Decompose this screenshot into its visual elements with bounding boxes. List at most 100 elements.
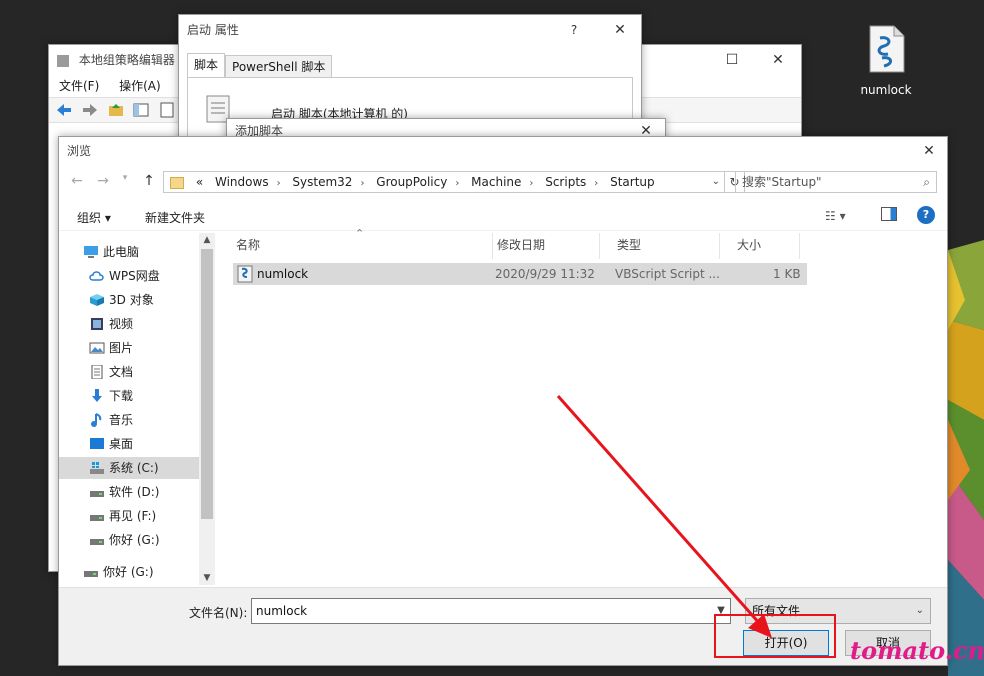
path-separator-icon[interactable]: › <box>277 178 281 189</box>
table-row[interactable]: numlock 2020/9/29 11:32 VBScript Script … <box>233 263 807 285</box>
nav-item-videos[interactable]: 视频 <box>59 313 199 335</box>
path-segment[interactable]: Scripts <box>545 175 586 189</box>
vbscript-file-icon <box>237 265 253 283</box>
nav-item-this-pc[interactable]: 此电脑 <box>59 241 199 263</box>
back-arrow-icon[interactable] <box>55 101 73 119</box>
scroll-down-icon[interactable]: ▼ <box>199 571 215 585</box>
command-bar: 组织 ▾ 新建文件夹 ☷ ▾ ? <box>59 201 947 231</box>
nav-item-system-c[interactable]: 系统 (C:) <box>59 457 199 479</box>
scroll-thumb[interactable] <box>201 249 213 519</box>
watermark: tomato.cn <box>850 636 984 665</box>
system-drive-icon <box>90 462 104 474</box>
nav-item-wps-drive[interactable]: WPS网盘 <box>59 265 199 287</box>
column-header-type[interactable]: 类型 <box>600 233 720 259</box>
path-separator-icon[interactable]: › <box>455 178 459 189</box>
close-button[interactable]: ✕ <box>755 45 801 75</box>
up-icon[interactable]: ↑ <box>139 173 159 193</box>
nav-item-pictures[interactable]: 图片 <box>59 337 199 359</box>
view-options-icon[interactable]: ☷ ▾ <box>825 209 846 223</box>
drive-icon <box>90 515 104 521</box>
help-button[interactable]: ? <box>551 15 597 45</box>
cube-icon <box>90 294 104 306</box>
music-icon <box>91 413 102 427</box>
nav-item-3d-objects[interactable]: 3D 对象 <box>59 289 199 311</box>
props-tabs: 脚本 PowerShell 脚本 <box>187 53 333 79</box>
file-modified: 2020/9/29 11:32 <box>495 267 595 281</box>
column-header-name[interactable]: 名称 <box>219 233 493 259</box>
menu-file[interactable]: 文件(F) <box>59 79 99 93</box>
nav-scrollbar[interactable]: ▲ ▼ <box>199 233 215 585</box>
column-header-modified[interactable]: 修改日期 <box>480 233 600 259</box>
address-overflow[interactable]: « <box>196 175 203 189</box>
filename-input[interactable]: numlock <box>251 598 731 624</box>
nav-item-music[interactable]: 音乐 <box>59 409 199 431</box>
nav-item-software-d[interactable]: 软件 (D:) <box>59 481 199 503</box>
forward-icon[interactable]: → <box>93 173 113 193</box>
forward-arrow-icon[interactable] <box>81 101 99 119</box>
browse-close-button[interactable]: ✕ <box>911 137 947 165</box>
cloud-icon <box>89 271 104 281</box>
nav-item-hello-g[interactable]: 你好 (G:) <box>59 529 199 551</box>
recent-dropdown-icon[interactable]: ▾ <box>115 173 135 193</box>
menu-action[interactable]: 操作(A) <box>119 79 161 93</box>
nav-label: 3D 对象 <box>109 293 154 307</box>
annotation-highlight-box <box>714 614 836 658</box>
nav-label: 音乐 <box>109 413 134 427</box>
file-list: ⌃ 名称 修改日期 类型 大小 numlock 2020/9/29 11:32 … <box>219 227 947 585</box>
address-bar[interactable]: « Windows › System32 › GroupPolicy › Machin… <box>163 171 725 193</box>
desktop-file-icon-numlock[interactable]: numlock <box>850 24 922 100</box>
chevron-down-icon: ⌄ <box>915 605 924 616</box>
nav-label: WPS网盘 <box>109 269 160 283</box>
props-close-button[interactable]: ✕ <box>597 15 643 45</box>
path-segment[interactable]: System32 <box>292 175 352 189</box>
desktop-icon <box>90 438 104 449</box>
path-separator-icon[interactable]: › <box>529 178 533 189</box>
maximize-button[interactable]: ☐ <box>709 45 755 75</box>
nav-label: 软件 (D:) <box>109 485 160 499</box>
nav-label: 桌面 <box>109 437 134 451</box>
document-icon <box>91 365 103 379</box>
drive-icon <box>90 491 104 497</box>
props-title: 启动 属性 <box>187 23 239 37</box>
preview-pane-icon[interactable] <box>881 207 897 221</box>
properties-icon[interactable] <box>158 101 176 119</box>
nav-item-downloads[interactable]: 下载 <box>59 385 199 407</box>
scroll-up-icon[interactable]: ▲ <box>199 233 215 247</box>
address-dropdown-icon[interactable]: ⌄ <box>712 172 720 192</box>
nav-label: 你好 (G:) <box>103 565 154 579</box>
path-segment[interactable]: Windows <box>215 175 269 189</box>
back-icon[interactable]: ← <box>67 173 87 193</box>
computer-icon <box>84 246 98 258</box>
nav-label: 系统 (C:) <box>109 461 159 475</box>
download-icon <box>92 389 102 402</box>
help-icon[interactable]: ? <box>917 206 935 224</box>
nav-label: 此电脑 <box>103 245 140 259</box>
tab-powershell-scripts[interactable]: PowerShell 脚本 <box>225 55 333 79</box>
nav-label: 文档 <box>109 365 134 379</box>
picture-icon <box>89 342 105 354</box>
path-segment[interactable]: Machine <box>471 175 521 189</box>
folder-up-icon[interactable] <box>107 101 125 119</box>
browse-title-bar: 浏览 ✕ <box>59 137 947 165</box>
nav-label: 视频 <box>109 317 134 331</box>
search-input[interactable]: 搜索"Startup" ⌕ <box>735 171 937 193</box>
path-separator-icon[interactable]: › <box>360 178 364 189</box>
nav-label: 你好 (G:) <box>109 533 160 547</box>
column-header-size[interactable]: 大小 <box>720 233 800 259</box>
search-icon: ⌕ <box>923 175 930 189</box>
address-row: ← → ▾ ↑ « Windows › System32 › GroupPolicy… <box>59 169 947 195</box>
nav-item-goodbye-f[interactable]: 再见 (F:) <box>59 505 199 527</box>
nav-item-documents[interactable]: 文档 <box>59 361 199 383</box>
path-segment[interactable]: GroupPolicy <box>376 175 447 189</box>
new-folder-button[interactable]: 新建文件夹 <box>145 209 205 226</box>
nav-item-hello-g-network[interactable]: 你好 (G:) <box>59 561 199 583</box>
show-tree-icon[interactable] <box>132 101 150 119</box>
nav-item-desktop[interactable]: 桌面 <box>59 433 199 455</box>
tab-scripts[interactable]: 脚本 <box>187 53 226 79</box>
nav-label: 图片 <box>109 341 134 355</box>
path-separator-icon[interactable]: › <box>594 178 598 189</box>
organize-button[interactable]: 组织 ▾ <box>77 209 111 226</box>
desktop-icon-label: numlock <box>860 83 912 97</box>
path-segment[interactable]: Startup <box>610 175 655 189</box>
video-icon <box>91 318 103 330</box>
